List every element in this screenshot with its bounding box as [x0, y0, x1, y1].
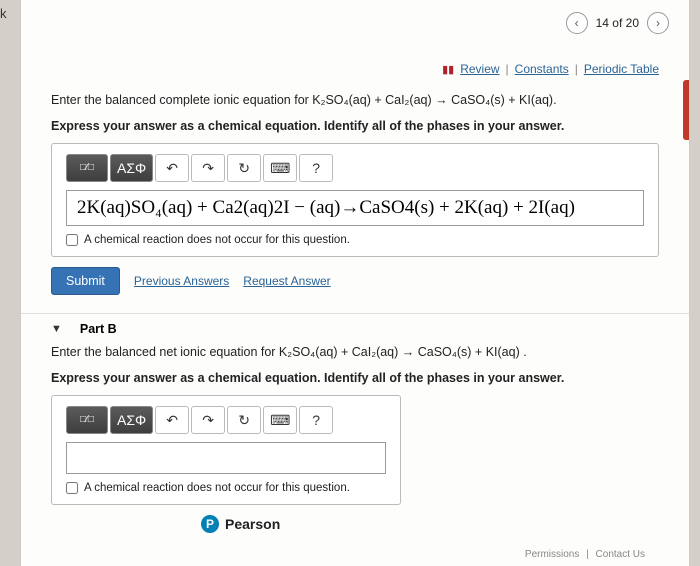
reset-button-b[interactable]: ↻ [227, 406, 261, 434]
answer-box-a: □⁄□ ΑΣΦ ↶ ↷ ↻ ⌨ ? 2K(aq)SO₄(aq) + Ca2(aq… [51, 143, 659, 257]
help-button[interactable]: ? [299, 154, 333, 182]
next-button[interactable]: › [647, 12, 669, 34]
pagination-bar: ‹ 14 of 20 › [21, 8, 689, 42]
request-answer-link[interactable]: Request Answer [243, 274, 330, 288]
formula-toolbar-b: □⁄□ ΑΣΦ ↶ ↷ ↻ ⌨ ? [66, 406, 386, 434]
review-bar: ▮▮ Review | Constants | Periodic Table [21, 42, 689, 92]
redo-button-b[interactable]: ↷ [191, 406, 225, 434]
no-reaction-label-a: A chemical reaction does not occur for t… [84, 234, 350, 246]
periodic-table-link[interactable]: Periodic Table [584, 62, 659, 76]
undo-button[interactable]: ↶ [155, 154, 189, 182]
collapse-caret-icon[interactable]: ▼ [51, 323, 62, 335]
formula-input[interactable]: 2K(aq)SO₄(aq) + Ca2(aq)2I − (aq)→CaSO4(s… [66, 190, 644, 226]
constants-link[interactable]: Constants [515, 62, 569, 76]
greek-tool-b[interactable]: ΑΣΦ [110, 406, 153, 434]
pearson-brand: P Pearson [51, 515, 659, 533]
previous-answers-link[interactable]: Previous Answers [134, 274, 229, 288]
no-reaction-b[interactable]: A chemical reaction does not occur for t… [66, 482, 386, 494]
separator: | [573, 62, 580, 76]
pearson-logo-icon: P [201, 515, 219, 533]
prev-button[interactable]: ‹ [566, 12, 588, 34]
fraction-tool[interactable]: □⁄□ [66, 154, 108, 182]
answer-box-b: □⁄□ ΑΣΦ ↶ ↷ ↻ ⌨ ? A chemical reaction do… [51, 395, 401, 505]
no-reaction-checkbox-b[interactable] [66, 482, 78, 494]
footer-links: Permissions | Contact Us [521, 549, 649, 560]
greek-tool[interactable]: ΑΣΦ [110, 154, 153, 182]
part-a-prompt: Enter the balanced complete ionic equati… [51, 92, 659, 110]
part-a: Enter the balanced complete ionic equati… [21, 92, 689, 295]
part-b: Enter the balanced net ionic equation fo… [21, 344, 689, 533]
permissions-link[interactable]: Permissions [521, 549, 583, 560]
help-button-b[interactable]: ? [299, 406, 333, 434]
edge-letter: k [0, 6, 7, 21]
no-reaction-a[interactable]: A chemical reaction does not occur for t… [66, 234, 644, 246]
part-b-prompt: Enter the balanced net ionic equation fo… [51, 344, 659, 362]
page: ‹ 14 of 20 › ▮▮ Review | Constants | Per… [20, 0, 690, 566]
keyboard-button-b[interactable]: ⌨ [263, 406, 297, 434]
submit-button[interactable]: Submit [51, 267, 120, 295]
formula-input-b[interactable] [66, 442, 386, 474]
undo-button-b[interactable]: ↶ [155, 406, 189, 434]
side-tab[interactable] [683, 80, 689, 140]
separator: | [504, 62, 511, 76]
part-a-instruction: Express your answer as a chemical equati… [51, 118, 659, 136]
review-link[interactable]: Review [460, 62, 499, 76]
part-b-instruction: Express your answer as a chemical equati… [51, 370, 659, 388]
submit-row: Submit Previous Answers Request Answer [51, 267, 659, 295]
reset-button[interactable]: ↻ [227, 154, 261, 182]
flag-icon[interactable]: ▮▮ [442, 63, 454, 76]
pearson-label: Pearson [225, 516, 280, 532]
formula-toolbar: □⁄□ ΑΣΦ ↶ ↷ ↻ ⌨ ? [66, 154, 644, 182]
fraction-tool-b[interactable]: □⁄□ [66, 406, 108, 434]
page-counter: 14 of 20 [596, 16, 639, 30]
part-b-header[interactable]: ▼ Part B [21, 313, 689, 344]
part-b-title: Part B [80, 322, 117, 336]
contact-link[interactable]: Contact Us [592, 549, 649, 560]
keyboard-button[interactable]: ⌨ [263, 154, 297, 182]
no-reaction-checkbox-a[interactable] [66, 234, 78, 246]
no-reaction-label-b: A chemical reaction does not occur for t… [84, 482, 350, 494]
redo-button[interactable]: ↷ [191, 154, 225, 182]
